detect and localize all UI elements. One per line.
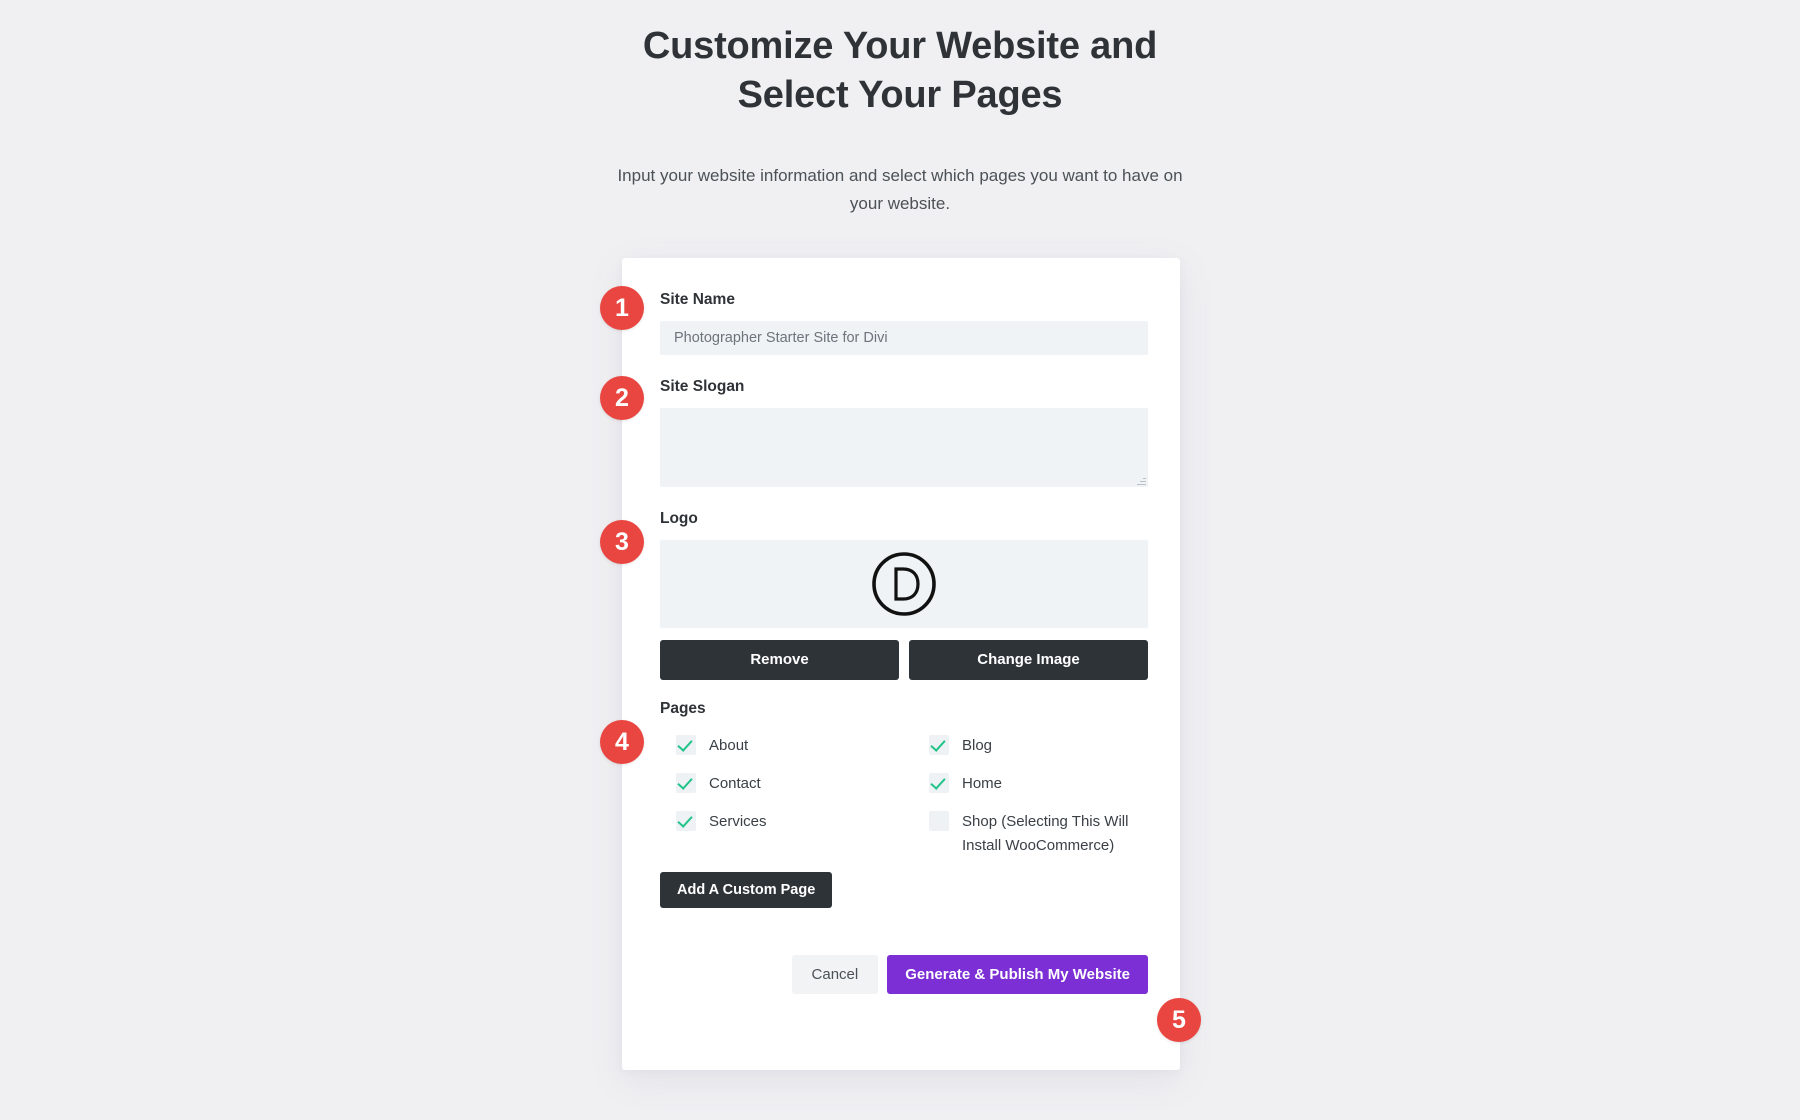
pages-checkbox-grid: About Blog Contact Home Services Shop (S…	[660, 732, 1148, 858]
checkbox-checked-icon[interactable]	[929, 773, 949, 793]
setup-card-wrapper: Site Name Site Slogan Logo R	[622, 258, 1180, 1070]
site-slogan-label: Site Slogan	[660, 378, 745, 395]
remove-logo-button[interactable]: Remove	[660, 640, 899, 680]
site-name-field-group: Site Name	[660, 290, 1148, 355]
page-title: Customize Your Website and Select Your P…	[642, 25, 1158, 116]
site-name-label: Site Name	[660, 291, 735, 308]
change-image-button[interactable]: Change Image	[909, 640, 1148, 680]
logo-field-group: Logo Remove Change Image	[660, 509, 1148, 680]
card-actions: Cancel Generate & Publish My Website	[660, 955, 1148, 994]
logo-label: Logo	[660, 510, 698, 527]
checkbox-checked-icon[interactable]	[676, 735, 696, 755]
page-label: Services	[709, 813, 767, 830]
page-checkbox-contact[interactable]: Contact	[676, 770, 929, 808]
step-badge-3: 3	[600, 520, 644, 564]
page-header: Customize Your Website and Select Your P…	[0, 0, 1800, 218]
page-checkbox-home[interactable]: Home	[929, 770, 1148, 808]
site-slogan-textarea[interactable]	[660, 408, 1148, 487]
page-checkbox-shop[interactable]: Shop (Selecting This Will Install WooCom…	[929, 808, 1148, 858]
logo-preview[interactable]	[660, 540, 1148, 628]
cancel-button[interactable]: Cancel	[791, 955, 879, 994]
checkbox-checked-icon[interactable]	[929, 735, 949, 755]
page-checkbox-about[interactable]: About	[676, 732, 929, 770]
page-subtitle: Input your website information and selec…	[617, 166, 1183, 213]
step-badge-2: 2	[600, 376, 644, 420]
divi-logo-icon	[872, 552, 936, 616]
page-label: Blog	[962, 737, 993, 754]
page-label: About	[709, 737, 749, 754]
step-badge-4: 4	[600, 720, 644, 764]
logo-buttons: Remove Change Image	[660, 640, 1148, 680]
pages-label: Pages	[660, 700, 706, 717]
checkbox-checked-icon[interactable]	[676, 811, 696, 831]
checkbox-unchecked-icon[interactable]	[929, 811, 949, 831]
step-badge-5: 5	[1157, 998, 1201, 1042]
site-slogan-field-group: Site Slogan	[660, 377, 1148, 487]
step-badge-1: 1	[600, 286, 644, 330]
generate-publish-button[interactable]: Generate & Publish My Website	[887, 955, 1148, 994]
page-label: Shop (Selecting This Will Install WooCom…	[962, 813, 1129, 854]
site-name-input[interactable]	[660, 321, 1148, 355]
page-checkbox-services[interactable]: Services	[676, 808, 929, 858]
page-label: Contact	[709, 775, 761, 792]
pages-field-group: Pages About Blog Contact Home Services S…	[660, 699, 1148, 908]
page-label: Home	[962, 775, 1003, 792]
page-checkbox-blog[interactable]: Blog	[929, 732, 1148, 770]
checkbox-checked-icon[interactable]	[676, 773, 696, 793]
setup-card-content: Site Name Site Slogan Logo R	[660, 290, 1148, 994]
add-custom-page-button[interactable]: Add A Custom Page	[660, 872, 833, 908]
